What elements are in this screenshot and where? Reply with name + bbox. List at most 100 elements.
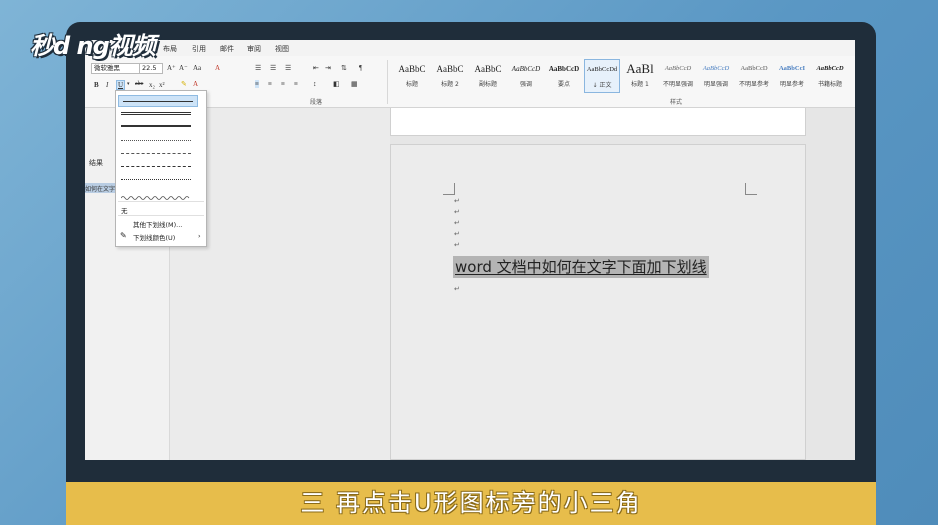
style-sample: AaBbCcD [740,65,768,72]
font-color-icon[interactable]: A [193,80,198,88]
style-name: 不明显强调 [662,81,693,88]
underline-option-double[interactable] [121,110,191,119]
search-result-item[interactable]: 如何在文字 [85,183,115,193]
justify-icon[interactable]: ≡ [294,80,298,88]
style-name: 书籍标题 [817,81,842,88]
shading-icon[interactable]: ◧ [333,80,340,88]
font-name-select[interactable]: 微软雅黑 [91,63,141,74]
video-caption: 三 再点击U形图标旁的小三角 [66,482,876,525]
style-book-title[interactable]: AaBbCcD 书籍标题 [812,59,848,93]
style-name: 标题 2 [441,81,459,88]
style-sample: AaBbCcD [664,65,692,72]
style-sample: AaBbCcDd [586,66,618,73]
line-spacing-icon[interactable]: ↕ [313,80,317,88]
style-name: 强调 [519,81,532,88]
align-center-icon[interactable]: ≡ [268,80,272,88]
underline-option-dashed[interactable] [121,149,191,158]
paragraph-mark: ↵ [454,241,460,249]
style-intense-emphasis[interactable]: AaBbCcD 明显强调 [698,59,734,93]
underline-option-thick[interactable] [121,122,191,131]
search-result-snippet: 如何在文字 [85,186,116,193]
font-size-select[interactable]: 22.5 [139,63,163,74]
style-sample: AaBbC [398,64,426,74]
multilevel-icon[interactable]: ☰ [285,64,291,72]
underline-color-icon: ✎ [120,231,127,240]
superscript-button[interactable]: x² [159,81,165,89]
style-sample: AaBbCcD [548,65,580,73]
style-normal[interactable]: AaBbCcDd ↓ 正文 [584,59,620,93]
tab-view[interactable]: 视图 [275,44,289,54]
style-heading-2[interactable]: AaBbC 标题 2 [432,59,468,93]
margin-corner [745,183,757,195]
margin-corner [443,183,455,195]
highlight-icon[interactable]: ✎ [181,80,187,88]
underline-none-option[interactable]: 无 [121,205,128,215]
grow-font-button[interactable]: A⁺ [167,64,176,72]
underline-button[interactable]: U [116,80,125,90]
clear-format-button[interactable]: A [215,64,220,72]
align-right-icon[interactable]: ≡ [281,80,285,88]
style-heading-1[interactable]: AaBl 标题 1 [622,59,658,93]
style-name: 标题 1 [631,81,649,88]
previous-page [390,108,806,136]
paragraph-mark: ↵ [454,219,460,227]
more-underlines-option[interactable]: 其他下划线(M)... [133,219,182,229]
style-sample: AaBbCcD [816,65,844,72]
underline-dropdown-arrow[interactable]: ▾ [127,81,130,87]
style-name: 要点 [557,81,570,88]
tab-mailings[interactable]: 邮件 [220,44,234,54]
paragraph-mark: ↵ [454,230,460,238]
show-marks-icon[interactable]: ¶ [359,64,362,72]
style-sample: AaBbCcD [511,65,541,73]
selected-document-text[interactable]: word 文档中如何在文字下面加下划线 [453,256,709,278]
strikethrough-button[interactable]: abc [135,81,143,87]
tab-references[interactable]: 引用 [192,44,206,54]
paragraph-group-label: 段落 [310,99,323,106]
video-logo: 秒d ng视频 [30,32,156,60]
underline-style-menu: 无 其他下划线(M)... ✎ 下划线颜色(U) › [115,90,207,247]
style-sample: AaBbC [474,64,502,74]
paragraph-mark: ↵ [454,285,460,293]
style-strong[interactable]: AaBbCcD 要点 [546,59,582,93]
underline-color-option[interactable]: 下划线颜色(U) [133,232,175,242]
style-subtle-emphasis[interactable]: AaBbCcD 不明显强调 [660,59,696,93]
outdent-icon[interactable]: ⇥ [325,64,331,72]
menu-bar: 布局 引用 邮件 审阅 视图 [85,40,855,56]
style-intense-reference[interactable]: AaBbCcI 明显参考 [774,59,810,93]
bullets-icon[interactable]: ☰ [255,64,261,72]
indent-icon[interactable]: ⇤ [313,64,319,72]
style-subtle-reference[interactable]: AaBbCcD 不明显参考 [736,59,772,93]
ribbon-divider [387,60,388,104]
document-page[interactable]: ↵ ↵ ↵ ↵ ↵ ↵ [390,144,806,460]
underline-option-dotted[interactable] [121,136,191,145]
numbering-icon[interactable]: ☰ [270,64,276,72]
style-name: 不明显参考 [738,81,769,88]
bold-button[interactable]: B [94,81,99,89]
align-left-icon[interactable]: ≡ [255,80,259,88]
style-subtitle[interactable]: AaBbC 副标题 [470,59,506,93]
underline-option-dash-dot[interactable] [121,162,191,171]
underline-option-single[interactable] [118,95,198,107]
shrink-font-button[interactable]: A⁻ [179,64,188,72]
style-name: 标题 [405,81,418,88]
subscript-button[interactable]: x₂ [149,81,155,89]
style-name: 明显参考 [779,81,804,88]
results-label[interactable]: 结果 [89,158,103,168]
style-sample: AaBbCcI [778,65,805,72]
underline-option-wave[interactable] [120,187,191,200]
tab-review[interactable]: 审阅 [247,44,261,54]
paragraph-mark: ↵ [454,197,460,205]
borders-icon[interactable]: ▦ [351,80,358,88]
submenu-arrow-icon: › [198,232,201,240]
style-sample: AaBl [626,61,654,76]
paragraph-mark: ↵ [454,208,460,216]
style-title[interactable]: AaBbC 标题 [394,59,430,93]
change-case-button[interactable]: Aa [193,64,201,72]
styles-gallery: AaBbC 标题 AaBbC 标题 2 AaBbC 副标题 AaBbCcD 强调 AaB… [390,59,855,95]
tab-layout[interactable]: 布局 [163,44,177,54]
italic-button[interactable]: I [106,81,108,89]
underline-option-dash-dot-dot[interactable] [121,175,191,184]
word-window: 布局 引用 邮件 审阅 视图 微软雅黑 22.5 A⁺ A⁻ Aa A B I … [85,40,855,460]
style-emphasis[interactable]: AaBbCcD 强调 [508,59,544,93]
sort-icon[interactable]: ⇅ [341,64,347,72]
